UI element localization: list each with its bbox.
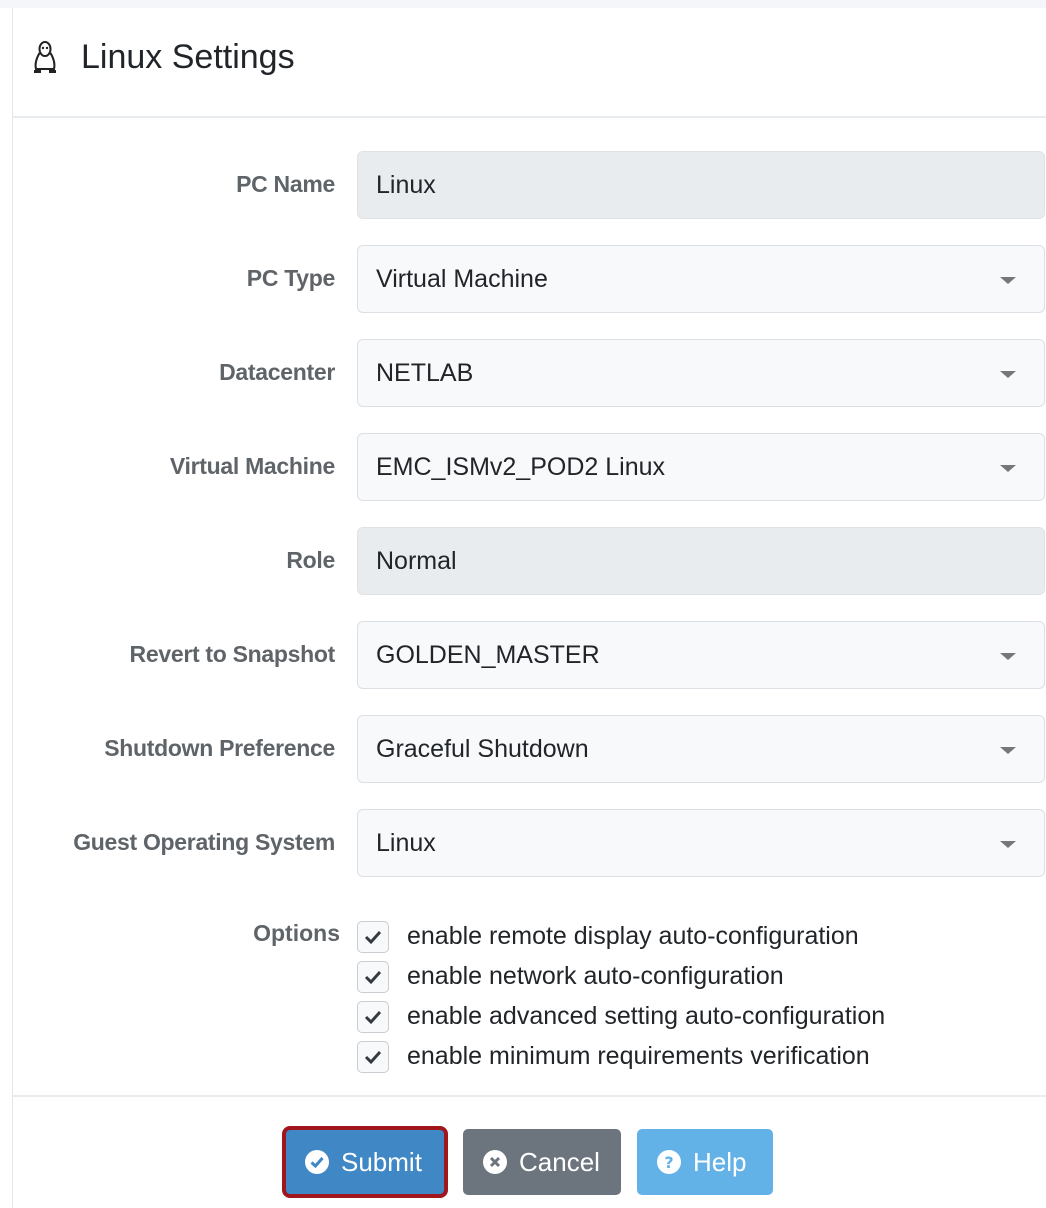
cancel-label: Cancel: [519, 1147, 600, 1177]
datacenter-label: Datacenter: [219, 359, 335, 385]
network-label: enable network auto-configuration: [407, 962, 784, 990]
chevron-down-icon: [1000, 841, 1016, 848]
form-row-virtual-machine: Virtual Machine EMC_ISMv2_POD2 Linux: [13, 433, 1046, 501]
revert-snapshot-value: GOLDEN_MASTER: [376, 641, 600, 669]
shutdown-preference-label: Shutdown Preference: [104, 735, 335, 761]
minimum-requirements-label: enable minimum requirements verification: [407, 1042, 870, 1070]
card-header: Linux Settings: [13, 8, 1046, 118]
top-strip: [0, 0, 1046, 8]
shutdown-preference-select[interactable]: Graceful Shutdown: [357, 715, 1045, 783]
virtual-machine-value: EMC_ISMv2_POD2 Linux: [376, 453, 666, 481]
check-icon: [364, 930, 382, 945]
linux-tux-icon: [34, 41, 56, 73]
role-label: Role: [286, 547, 335, 573]
check-circle-icon: [305, 1150, 329, 1174]
datacenter-select[interactable]: NETLAB: [357, 339, 1045, 407]
form-row-pc-name: PC Name Linux: [13, 151, 1046, 219]
minimum-requirements-checkbox[interactable]: [357, 1041, 389, 1073]
remote-display-checkbox[interactable]: [357, 921, 389, 953]
guest-os-value: Linux: [376, 829, 436, 857]
submit-label: Submit: [341, 1147, 422, 1177]
guest-os-label: Guest Operating System: [73, 829, 335, 855]
form-row-role: Role Normal: [13, 527, 1046, 595]
advanced-setting-checkbox[interactable]: [357, 1001, 389, 1033]
revert-snapshot-select[interactable]: GOLDEN_MASTER: [357, 621, 1045, 689]
card-footer: Submit Cancel ? Help: [13, 1095, 1046, 1206]
check-icon: [364, 970, 382, 985]
settings-card: Linux Settings PC Name Linux PC Type Vir…: [12, 8, 1046, 1208]
network-checkbox[interactable]: [357, 961, 389, 993]
check-icon: [364, 1010, 382, 1025]
check-icon: [364, 1050, 382, 1065]
chevron-down-icon: [1000, 747, 1016, 754]
submit-button[interactable]: Submit: [282, 1126, 448, 1198]
virtual-machine-label: Virtual Machine: [169, 453, 335, 479]
options-label: Options: [253, 920, 340, 946]
form-row-revert-snapshot: Revert to Snapshot GOLDEN_MASTER: [13, 621, 1046, 689]
help-label: Help: [693, 1147, 747, 1177]
form-row-pc-type: PC Type Virtual Machine: [13, 245, 1046, 313]
guest-os-select[interactable]: Linux: [357, 809, 1045, 877]
datacenter-value: NETLAB: [376, 359, 474, 387]
shutdown-preference-value: Graceful Shutdown: [376, 735, 589, 763]
pc-type-value: Virtual Machine: [376, 265, 548, 293]
chevron-down-icon: [1000, 277, 1016, 284]
form-row-datacenter: Datacenter NETLAB: [13, 339, 1046, 407]
svg-text:?: ?: [664, 1153, 673, 1172]
question-circle-icon: ?: [657, 1150, 681, 1174]
pc-type-select[interactable]: Virtual Machine: [357, 245, 1045, 313]
cancel-button[interactable]: Cancel: [463, 1129, 621, 1195]
chevron-down-icon: [1000, 653, 1016, 660]
form-row-shutdown-preference: Shutdown Preference Graceful Shutdown: [13, 715, 1046, 783]
virtual-machine-select[interactable]: EMC_ISMv2_POD2 Linux: [357, 433, 1045, 501]
help-button[interactable]: ? Help: [637, 1129, 773, 1195]
times-circle-icon: [483, 1150, 507, 1174]
pc-name-label: PC Name: [236, 171, 335, 197]
revert-snapshot-label: Revert to Snapshot: [129, 641, 336, 667]
pc-type-label: PC Type: [246, 265, 336, 291]
remote-display-label: enable remote display auto-configuration: [407, 922, 859, 950]
chevron-down-icon: [1000, 465, 1016, 472]
pc-name-field: Linux: [357, 151, 1045, 219]
advanced-setting-label: enable advanced setting auto-configurati…: [407, 1002, 886, 1030]
role-field: Normal: [357, 527, 1045, 595]
page-title: Linux Settings: [81, 38, 295, 76]
chevron-down-icon: [1000, 371, 1016, 378]
form-row-guest-os: Guest Operating System Linux: [13, 809, 1046, 877]
